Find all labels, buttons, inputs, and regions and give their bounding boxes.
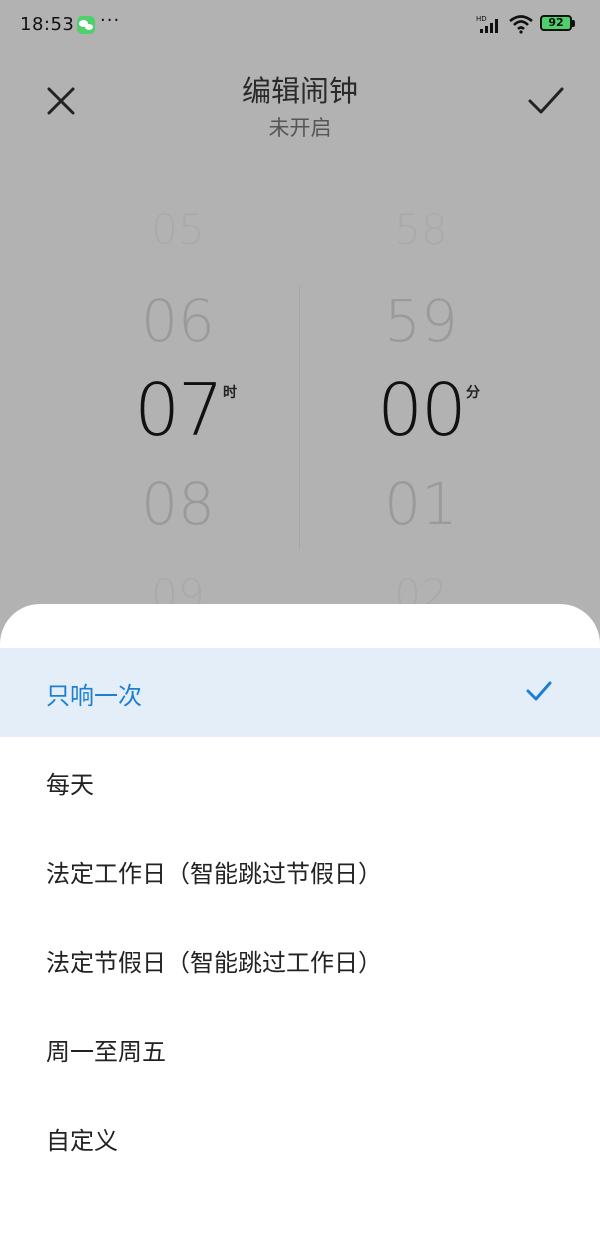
battery-level: 92 [548, 16, 564, 29]
repeat-option-legal-workdays[interactable]: 法定工作日（智能跳过节假日） [0, 826, 600, 915]
hour-unit-label: 时 [223, 385, 237, 401]
repeat-option-label: 周一至周五 [46, 1038, 166, 1066]
check-icon [526, 681, 552, 701]
repeat-option-legal-holidays[interactable]: 法定节假日（智能跳过工作日） [0, 915, 600, 1004]
minute-above[interactable]: 59 [321, 287, 521, 355]
hour-selected[interactable]: 07 [78, 368, 278, 452]
repeat-option-custom[interactable]: 自定义 [0, 1093, 600, 1182]
wifi-icon [509, 15, 533, 34]
signal-icon: HD [476, 15, 498, 33]
status-time: 18:53 [20, 14, 75, 35]
wechat-icon [77, 16, 95, 34]
hour-below[interactable]: 08 [78, 470, 278, 538]
repeat-option-label: 只响一次 [46, 682, 142, 710]
hour-above[interactable]: 06 [78, 287, 278, 355]
network-type-label: HD [476, 15, 487, 23]
repeat-option-label: 法定节假日（智能跳过工作日） [46, 949, 382, 977]
repeat-option-once[interactable]: 只响一次 [0, 648, 600, 737]
minute-unit-label: 分 [466, 385, 480, 401]
repeat-option-label: 每天 [46, 771, 94, 799]
repeat-options-sheet: 只响一次 每天 法定工作日（智能跳过节假日） 法定节假日（智能跳过工作日） 周一… [0, 604, 600, 1248]
repeat-option-weekdays[interactable]: 周一至周五 [0, 1004, 600, 1093]
hour-far-above[interactable]: 05 [78, 205, 278, 254]
more-notifications-icon: ··· [100, 10, 121, 31]
page-title: 编辑闹钟 [241, 74, 358, 108]
repeat-option-label: 法定工作日（智能跳过节假日） [46, 860, 382, 888]
minute-selected[interactable]: 00 [321, 368, 521, 452]
repeat-option-daily[interactable]: 每天 [0, 737, 600, 826]
alarm-status-subtitle: 未开启 [268, 116, 332, 140]
repeat-option-label: 自定义 [46, 1127, 118, 1155]
battery-icon: 92 [540, 15, 578, 33]
confirm-check-icon[interactable] [527, 84, 565, 118]
status-bar: 18:53 ··· HD 92 [0, 0, 600, 52]
minute-far-above[interactable]: 58 [321, 205, 521, 254]
picker-divider [299, 285, 300, 550]
minute-below[interactable]: 01 [321, 470, 521, 538]
